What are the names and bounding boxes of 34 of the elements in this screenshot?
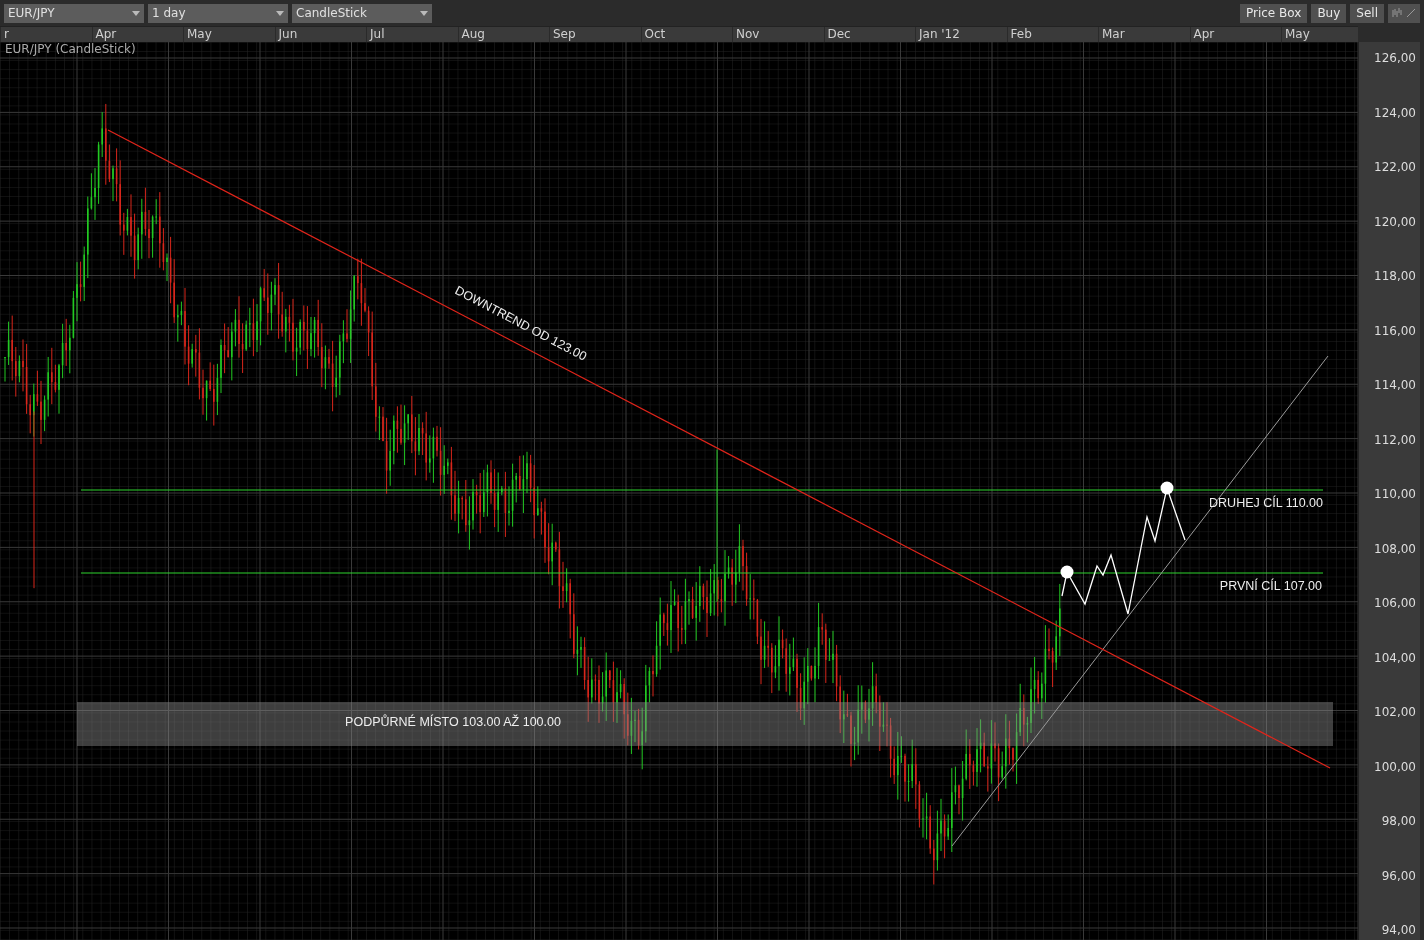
target-label: PRVNÍ CÍL 107.00 [1219, 579, 1322, 593]
price-label: 110,00 [1374, 486, 1416, 502]
chart-title: EUR/JPY (CandleStick) [5, 42, 136, 56]
caret-icon [132, 10, 140, 16]
price-label: 108,00 [1374, 540, 1416, 557]
price-label: 124,00 [1374, 104, 1416, 121]
toolbar-button[interactable]: Buy [1311, 3, 1347, 23]
toolbar-button[interactable]: Sell [1350, 3, 1384, 23]
dropdown[interactable]: CandleStick [292, 3, 432, 23]
caret-icon [420, 10, 428, 16]
price-label: 120,00 [1374, 213, 1416, 230]
price-label: 122,00 [1374, 159, 1416, 175]
target-dot [1160, 481, 1174, 495]
dropdown[interactable]: 1 day [148, 3, 288, 23]
bars-icon[interactable] [1392, 8, 1402, 18]
price-label: 114,00 [1374, 377, 1416, 393]
price-label: 116,00 [1374, 322, 1416, 339]
toolbar-button[interactable]: Price Box [1239, 3, 1308, 23]
caret-icon [276, 10, 284, 16]
price-label: 100,00 [1374, 758, 1416, 775]
price-label: 96,00 [1381, 867, 1416, 884]
dropdown[interactable]: EUR/JPY [4, 3, 144, 23]
price-label: 126,00 [1374, 50, 1416, 66]
line-icon[interactable] [1406, 8, 1416, 18]
price-label: 104,00 [1374, 649, 1416, 666]
price-label: 98,00 [1381, 813, 1416, 829]
target-label: DRUHEJ CÍL 110.00 [1209, 496, 1323, 510]
price-label: 118,00 [1374, 268, 1416, 284]
price-label: 102,00 [1374, 704, 1416, 720]
price-label: 94,00 [1381, 922, 1416, 938]
target-dot [1060, 565, 1074, 579]
price-label: 106,00 [1374, 595, 1416, 611]
price-label: 112,00 [1374, 431, 1416, 448]
zone-label: PODPŮRNÉ MÍSTO 103.00 AŽ 100.00 [345, 715, 561, 729]
